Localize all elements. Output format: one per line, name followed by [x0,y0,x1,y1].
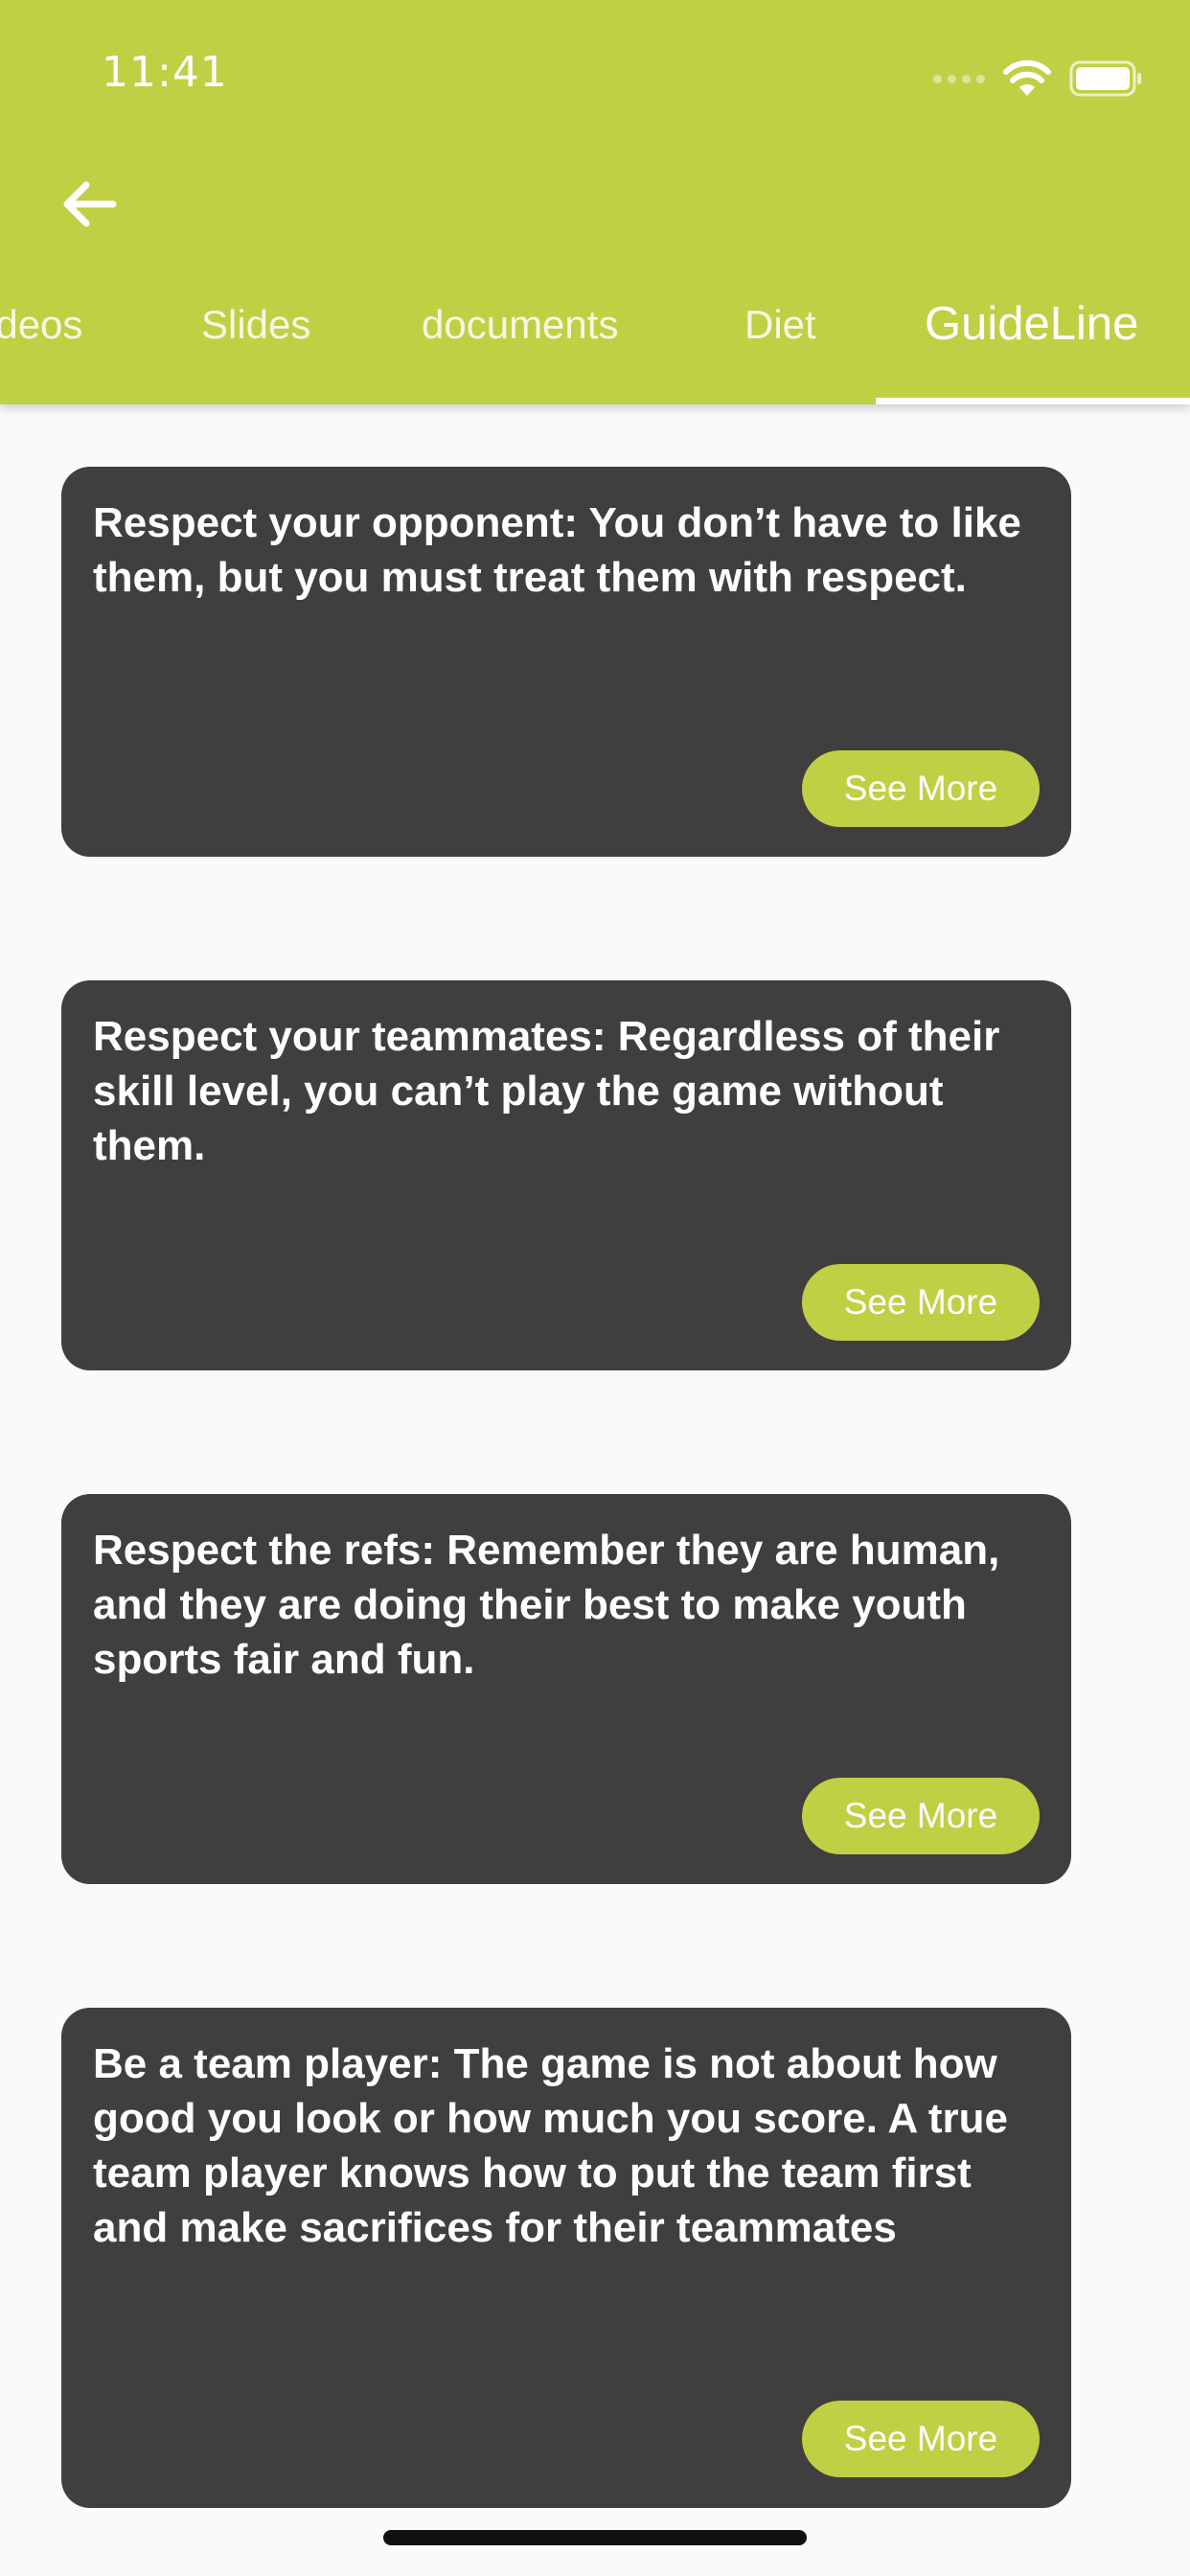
guideline-text: Respect your opponent: You don’t have to… [93,499,1021,601]
status-icons [933,50,1142,107]
signal-icon [933,74,985,83]
see-more-button[interactable]: See More [802,1778,1040,1854]
guideline-card: Respect the refs: Remember they are huma… [61,1494,1071,1884]
app-bar: 11:41 ideos Slides documents Diet GuideL… [0,0,1190,404]
wifi-icon [1003,59,1051,96]
tab-videos[interactable]: ideos [0,302,82,348]
see-more-button[interactable]: See More [802,2401,1040,2477]
status-time: 11:41 [102,48,228,97]
guideline-card: Be a team player: The game is not about … [61,2008,1071,2508]
see-more-button[interactable]: See More [802,1264,1040,1341]
see-more-button[interactable]: See More [802,750,1040,827]
tab-indicator [876,398,1190,404]
tab-guideline[interactable]: GuideLine [925,297,1138,351]
battery-icon [1069,60,1141,97]
back-button[interactable] [50,171,126,238]
guideline-text: Respect your teammates: Regardless of th… [93,1013,1000,1169]
tab-diet[interactable]: Diet [744,302,816,348]
tab-documents[interactable]: documents [422,302,618,348]
guideline-card: Respect your opponent: You don’t have to… [61,467,1071,857]
guideline-card: Respect your teammates: Regardless of th… [61,980,1071,1370]
tab-slides[interactable]: Slides [201,302,310,348]
home-indicator [383,2530,807,2545]
guideline-text: Respect the refs: Remember they are huma… [93,1527,1000,1683]
tab-bar: ideos Slides documents Diet GuideLine [0,278,1190,404]
guideline-text: Be a team player: The game is not about … [93,2040,1009,2251]
back-arrow-icon [63,181,117,227]
